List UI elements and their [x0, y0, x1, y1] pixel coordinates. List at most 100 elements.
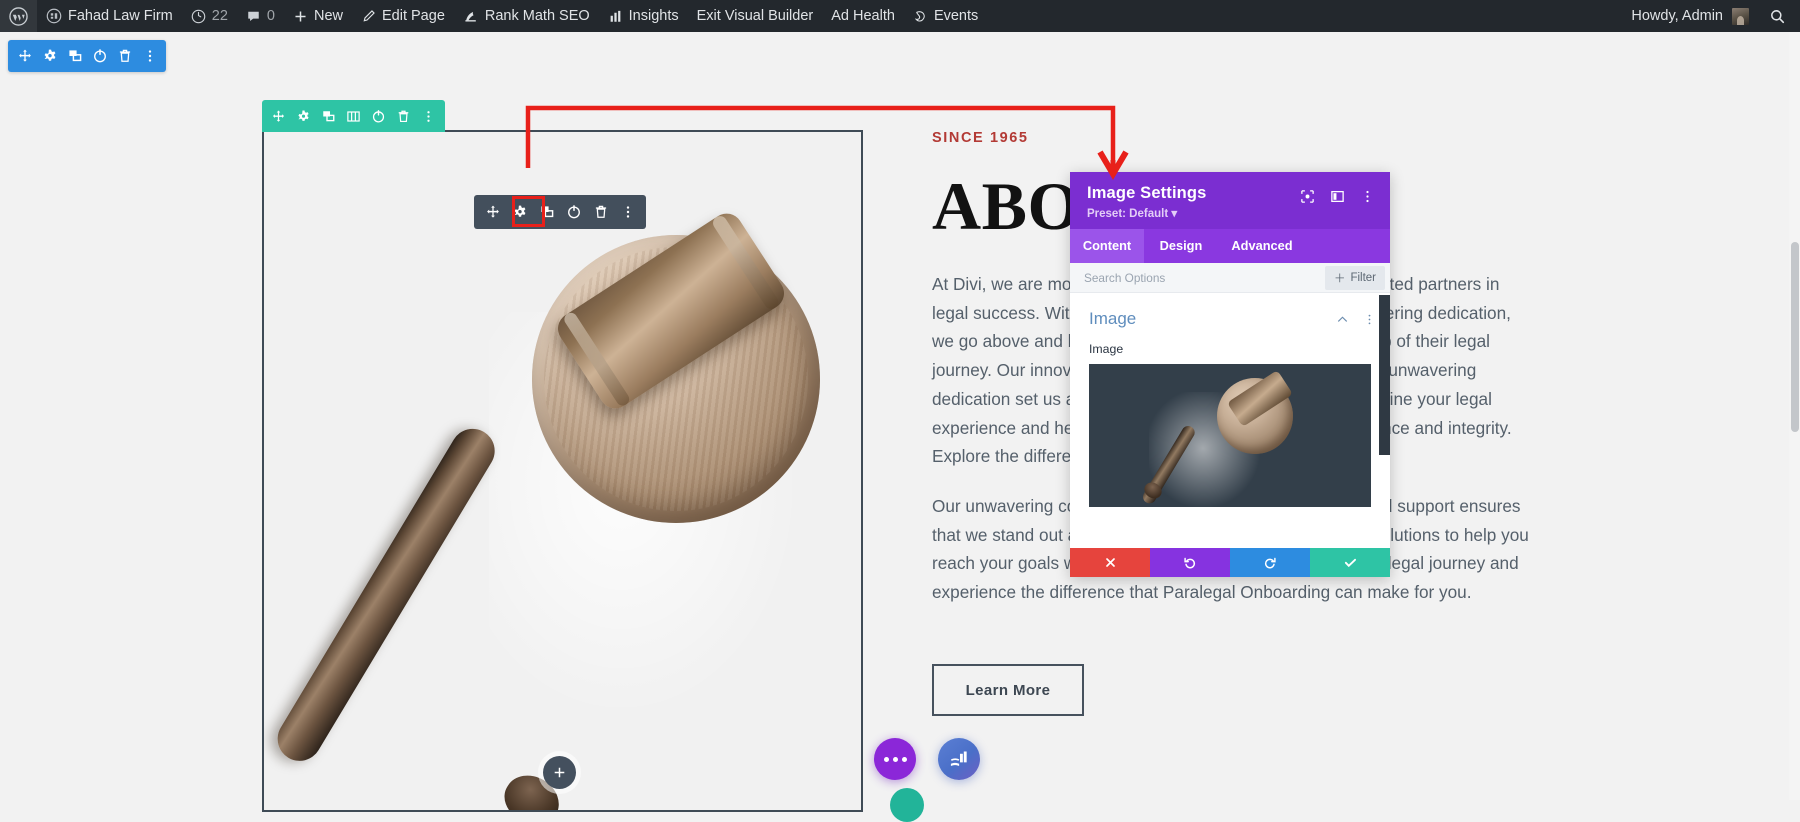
wp-admin-bar: Fahad Law Firm 22 0 New Edit Page Rank M…	[0, 0, 1800, 32]
admin-bar-item-rank-math-seo[interactable]: Rank Math SEO	[454, 0, 599, 32]
image-module[interactable]	[262, 130, 863, 812]
admin-bar-edit-page-label: Edit Page	[382, 8, 445, 24]
section-toolbar[interactable]	[8, 40, 166, 72]
rank-math-icon	[463, 8, 479, 24]
filter-label: Filter	[1350, 271, 1376, 284]
ellipsis-horizontal-icon	[883, 756, 889, 762]
module-delete[interactable]	[587, 195, 614, 229]
section-more-options[interactable]	[137, 40, 162, 72]
plus-icon: ＋	[1333, 272, 1346, 285]
chevron-up-icon[interactable]	[1334, 311, 1350, 327]
avatar	[1732, 7, 1749, 25]
add-module-button[interactable]	[543, 756, 576, 789]
undo-button[interactable]	[1150, 548, 1230, 577]
module-toolbar[interactable]	[474, 195, 646, 229]
admin-bar-item-updates[interactable]: 22	[182, 0, 237, 32]
admin-bar-item-ad-health[interactable]: Ad Health	[822, 0, 904, 32]
search-icon	[1769, 8, 1786, 25]
image-settings-panel: Image Settings Preset: Default ▾ Content…	[1070, 172, 1390, 577]
builder-stats-fab[interactable]	[938, 738, 980, 780]
page-scroll-thumb[interactable]	[1791, 242, 1799, 432]
chevron-down-icon: ▾	[1171, 208, 1178, 220]
cancel-button[interactable]	[1070, 548, 1150, 577]
gavel-handle	[269, 420, 503, 770]
layout-toggle-icon[interactable]	[1329, 188, 1346, 205]
search-input[interactable]	[1084, 270, 1325, 285]
panel-header-icons	[1299, 184, 1376, 205]
admin-bar-site-name-label: Fahad Law Firm	[68, 8, 173, 24]
eyebrow-text: SINCE 1965	[932, 130, 1029, 146]
comment-bubble-icon	[246, 9, 261, 24]
admin-bar-item-insights[interactable]: Insights	[599, 0, 688, 32]
row-disable[interactable]	[366, 100, 391, 132]
section-duplicate[interactable]	[62, 40, 87, 72]
section-image-header: Image	[1070, 293, 1390, 333]
row-duplicate[interactable]	[316, 100, 341, 132]
row-toolbar[interactable]	[262, 100, 445, 132]
panel-preset-label: Preset: Default	[1087, 208, 1169, 220]
admin-bar-ad-health-label: Ad Health	[831, 8, 895, 24]
row-more-options[interactable]	[416, 100, 441, 132]
module-duplicate[interactable]	[533, 195, 560, 229]
admin-bar-new-label: New	[313, 8, 343, 24]
admin-bar-insights-label: Insights	[628, 8, 679, 24]
builder-more-fab[interactable]	[874, 738, 916, 780]
updates-icon	[191, 9, 206, 24]
wordpress-icon	[9, 6, 28, 26]
panel-more-icon[interactable]	[1359, 188, 1376, 205]
image-field-label: Image	[1089, 342, 1124, 356]
panel-scrollbar[interactable]	[1379, 293, 1390, 548]
admin-bar-rank-math-label: Rank Math SEO	[484, 8, 590, 24]
pencil-icon	[361, 9, 376, 24]
panel-tabs: Content Design Advanced	[1070, 229, 1390, 263]
section-icons	[1334, 311, 1376, 327]
events-icon	[913, 9, 928, 24]
row-column-structure[interactable]	[341, 100, 366, 132]
module-settings[interactable]	[506, 195, 533, 229]
tab-design[interactable]: Design	[1144, 229, 1218, 263]
admin-bar-item-new-content[interactable]: New	[284, 0, 352, 32]
responsive-preview-icon[interactable]	[1299, 188, 1316, 205]
admin-bar-item-exit-visual-builder[interactable]: Exit Visual Builder	[688, 0, 823, 32]
panel-title: Image Settings	[1087, 184, 1207, 202]
panel-body: Image Image	[1070, 293, 1390, 548]
admin-bar-events-label: Events	[933, 8, 979, 24]
module-move-handle[interactable]	[479, 195, 506, 229]
row-delete[interactable]	[391, 100, 416, 132]
row-move-handle[interactable]	[266, 100, 291, 132]
panel-scroll-thumb[interactable]	[1379, 295, 1390, 455]
section-settings[interactable]	[37, 40, 62, 72]
admin-bar-howdy-label: Howdy, Admin	[1631, 8, 1723, 24]
section-more-icon[interactable]	[1362, 311, 1376, 327]
panel-search-row: ＋ Filter	[1070, 263, 1390, 293]
builder-save-fab[interactable]	[890, 788, 924, 822]
bar-chart-icon	[608, 9, 623, 24]
section-delete[interactable]	[112, 40, 137, 72]
redo-button[interactable]	[1230, 548, 1310, 577]
filter-button[interactable]: ＋ Filter	[1324, 265, 1385, 290]
plus-icon	[293, 9, 308, 24]
page-canvas: SINCE 1965 ABOUT At Divi, we are more th…	[0, 32, 1800, 812]
module-disable[interactable]	[560, 195, 587, 229]
admin-bar-exit-builder-label: Exit Visual Builder	[696, 8, 814, 24]
page-scrollbar[interactable]	[1789, 32, 1800, 800]
admin-bar-item-howdy[interactable]: Howdy, Admin	[1622, 0, 1761, 32]
gavel-image	[264, 132, 861, 810]
panel-preset-selector[interactable]: Preset: Default ▾	[1087, 206, 1299, 220]
tab-content[interactable]: Content	[1070, 229, 1144, 263]
module-more-options[interactable]	[614, 195, 641, 229]
learn-more-button[interactable]: Learn More	[932, 664, 1084, 716]
admin-bar-item-edit-page[interactable]: Edit Page	[352, 0, 454, 32]
admin-bar-search-button[interactable]	[1761, 0, 1800, 32]
section-disable[interactable]	[87, 40, 112, 72]
admin-bar-item-comments[interactable]: 0	[237, 0, 284, 32]
section-move-handle[interactable]	[12, 40, 37, 72]
admin-bar-item-events[interactable]: Events	[904, 0, 987, 32]
admin-bar-updates-count: 22	[211, 8, 228, 24]
row-settings[interactable]	[291, 100, 316, 132]
admin-bar-item-site-name[interactable]: Fahad Law Firm	[37, 0, 182, 32]
image-preview-thumbnail[interactable]	[1089, 364, 1371, 507]
save-button[interactable]	[1310, 548, 1390, 577]
admin-bar-item-wp-logo[interactable]	[0, 0, 37, 32]
tab-advanced[interactable]: Advanced	[1218, 229, 1306, 263]
